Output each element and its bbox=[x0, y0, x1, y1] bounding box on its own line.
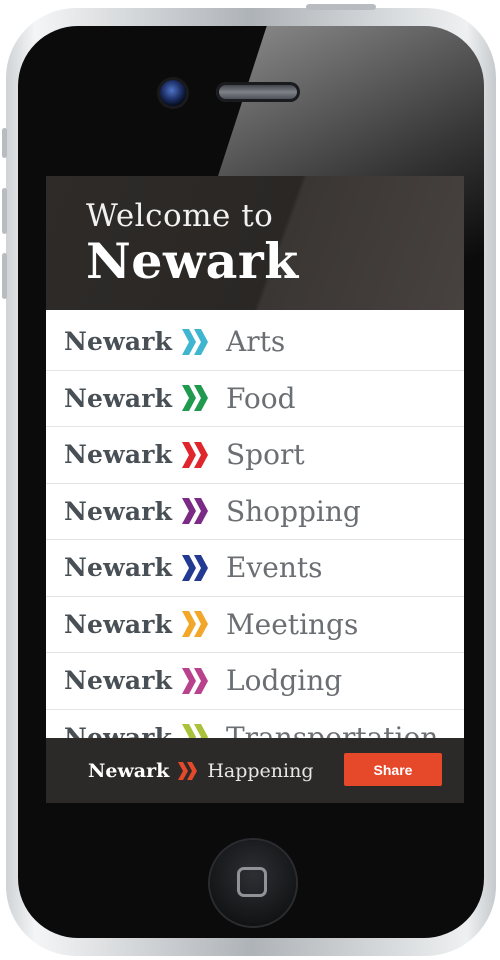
chevron-right-half bbox=[194, 441, 208, 468]
volume-down-button bbox=[2, 253, 7, 299]
menu-item-label: Lodging bbox=[226, 664, 343, 698]
chevron-left-half bbox=[182, 667, 196, 694]
chevron-right-half bbox=[194, 554, 208, 581]
menu-item-brand: Newark bbox=[64, 553, 173, 583]
welcome-header: Welcome to Newark bbox=[46, 176, 464, 310]
home-button[interactable] bbox=[210, 840, 296, 926]
earpiece-speaker bbox=[216, 82, 300, 102]
chevron-left-half bbox=[182, 385, 196, 412]
bottom-bar: Newark Happening Share bbox=[46, 738, 464, 803]
menu-item-lodging[interactable]: Newark Lodging bbox=[46, 653, 464, 710]
menu-item-label: Sport bbox=[226, 438, 305, 472]
chevron-icon bbox=[182, 328, 208, 355]
chevron-left-half bbox=[182, 441, 196, 468]
front-camera bbox=[160, 80, 186, 106]
chevron-icon bbox=[182, 667, 208, 694]
chevron-icon bbox=[182, 554, 208, 581]
chevron-right-half bbox=[187, 761, 198, 780]
bottom-brand: Newark bbox=[88, 759, 170, 782]
chevron-right-half bbox=[194, 385, 208, 412]
chevron-icon bbox=[182, 611, 208, 638]
chevron-icon bbox=[178, 761, 198, 780]
app-screen: Welcome to Newark Newark Arts Newark Food Ne… bbox=[46, 176, 464, 803]
menu-item-shopping[interactable]: Newark Shopping bbox=[46, 484, 464, 540]
volume-up-button bbox=[2, 188, 7, 234]
mute-switch bbox=[2, 128, 7, 158]
menu-item-brand: Newark bbox=[64, 666, 173, 696]
chevron-icon bbox=[182, 385, 208, 412]
home-square-icon bbox=[237, 867, 267, 897]
chevron-icon bbox=[182, 498, 208, 525]
menu-item-food[interactable]: Newark Food bbox=[46, 371, 464, 427]
power-button bbox=[306, 4, 376, 10]
menu-item-brand: Newark bbox=[64, 440, 173, 470]
menu-item-brand: Newark bbox=[64, 496, 173, 526]
chevron-left-half bbox=[182, 554, 196, 581]
menu-item-meetings[interactable]: Newark Meetings bbox=[46, 597, 464, 653]
chevron-left-half bbox=[178, 761, 189, 780]
chevron-right-half bbox=[194, 498, 208, 525]
chevron-right-half bbox=[194, 611, 208, 638]
menu-item-arts[interactable]: Newark Arts bbox=[46, 314, 464, 371]
menu-item-events[interactable]: Newark Events bbox=[46, 540, 464, 597]
menu-item-label: Shopping bbox=[226, 494, 361, 528]
chevron-left-half bbox=[182, 611, 196, 638]
chevron-left-half bbox=[182, 328, 196, 355]
chevron-right-half bbox=[194, 328, 208, 355]
chevron-right-half bbox=[194, 667, 208, 694]
menu-item-label: Meetings bbox=[226, 607, 359, 641]
welcome-subtitle: Welcome to bbox=[86, 198, 274, 234]
menu-item-brand: Newark bbox=[64, 327, 173, 357]
menu-item-brand: Newark bbox=[64, 609, 173, 639]
menu-item-brand: Newark bbox=[64, 383, 173, 413]
chevron-icon bbox=[182, 441, 208, 468]
menu-item-label: Events bbox=[226, 551, 323, 585]
share-button[interactable]: Share bbox=[344, 753, 442, 786]
menu-item-label: Arts bbox=[226, 325, 286, 359]
chevron-left-half bbox=[182, 498, 196, 525]
welcome-title: Newark bbox=[86, 232, 299, 290]
bottom-label: Happening bbox=[207, 759, 314, 782]
category-menu: Newark Arts Newark Food Newark Sport Newark Sho… bbox=[46, 314, 464, 766]
menu-item-sport[interactable]: Newark Sport bbox=[46, 427, 464, 484]
menu-item-label: Food bbox=[226, 381, 296, 415]
